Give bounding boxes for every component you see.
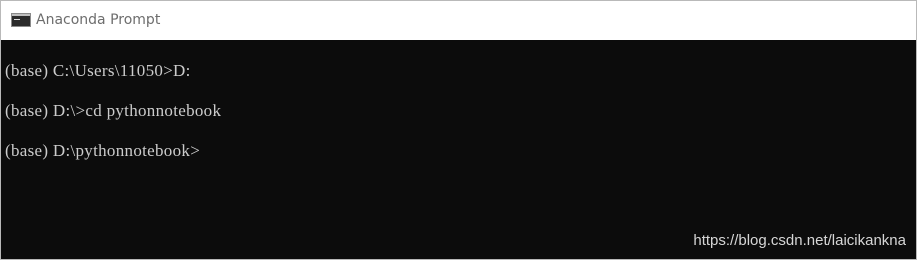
console-line: (base) D:\pythonnotebook> (5, 141, 201, 160)
watermark-text: https://blog.csdn.net/laicikankna (693, 232, 906, 249)
console-line: (base) D:\>cd pythonnotebook (5, 101, 222, 120)
anaconda-prompt-window: Anaconda Prompt (base) C:\Users\11050>D:… (0, 0, 917, 260)
console-output-area[interactable]: (base) C:\Users\11050>D: (base) D:\>cd p… (1, 40, 916, 259)
console-line: (base) C:\Users\11050>D: (5, 61, 191, 80)
console-app-icon (11, 13, 31, 27)
title-bar[interactable]: Anaconda Prompt (1, 1, 916, 40)
window-title: Anaconda Prompt (36, 12, 161, 28)
